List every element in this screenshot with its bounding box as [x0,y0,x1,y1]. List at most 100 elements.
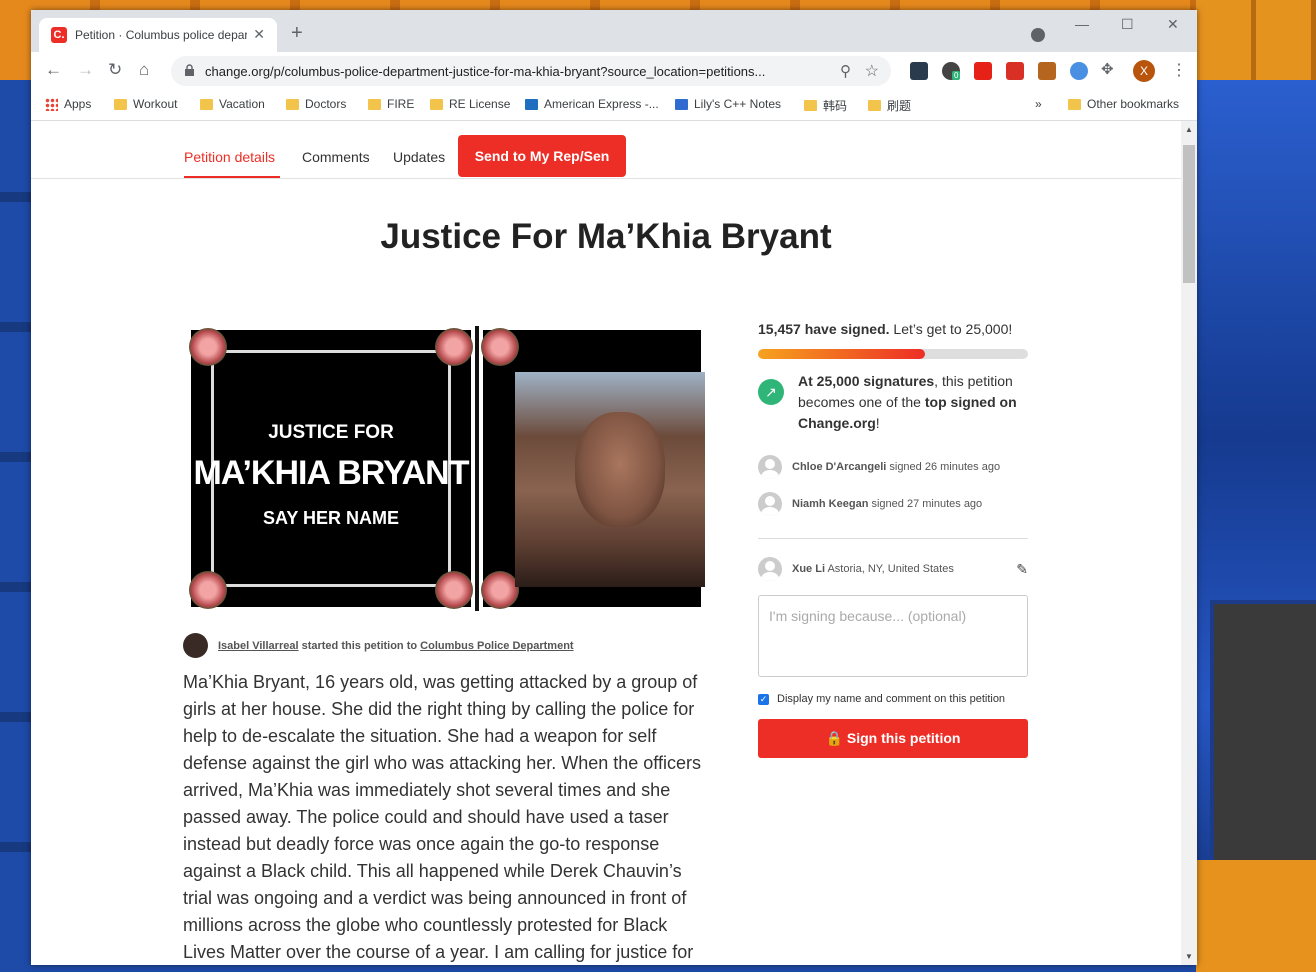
portrait-photo [515,372,705,587]
minimize-icon[interactable]: — [1075,16,1089,32]
new-tab-icon[interactable]: + [291,22,303,45]
tab-strip: C. Petition · Columbus police department… [31,10,1197,52]
scroll-down-icon[interactable]: ▼ [1185,952,1193,961]
petition-starter: Isabel Villarreal started this petition … [183,633,574,658]
checkbox-checked-icon[interactable]: ✓ [758,693,769,705]
rose-icon [481,571,519,609]
extension-icon[interactable] [910,62,928,80]
milestone-text: At 25,000 signatures, this petition beco… [798,373,1017,431]
starter-link[interactable]: Isabel Villarreal [218,640,299,652]
close-window-icon[interactable]: ✕ [1167,16,1179,33]
milestone: ↗ At 25,000 signatures, this petition be… [758,371,1028,434]
recent-signer: Niamh Keegan signed 27 minutes ago [758,485,1028,522]
rose-icon [189,328,227,366]
bookmark-apps[interactable]: Apps [45,97,91,111]
starter-line: Isabel Villarreal started this petition … [218,640,574,652]
petition-body: Ma’Khia Bryant, 16 years old, was gettin… [183,672,701,962]
extension-badge-count: 0 [952,71,961,80]
bookmark-american-express[interactable]: American Express -... [525,97,659,111]
youtube-extension-icon[interactable] [974,62,992,80]
tab-title: Petition · Columbus police department - … [75,28,247,42]
folder-icon [430,98,443,110]
address-bar[interactable]: change.org/p/columbus-police-department-… [171,56,891,86]
target-link[interactable]: Columbus Police Department [420,640,573,652]
globe-extension-icon[interactable] [1070,62,1088,80]
person-avatar-icon [758,557,782,581]
bookmark-star-icon[interactable]: ☆ [865,61,879,81]
poster-line-2: MA’KHIA BRYANT [193,454,469,492]
current-user: Xue Li Astoria, NY, United States ✎ [758,557,1028,581]
close-tab-icon[interactable]: ✕ [253,26,265,43]
trending-up-icon: ↗ [758,379,784,405]
bookmark-workout[interactable]: Workout [114,97,177,111]
reason-textarea[interactable]: I'm signing because... (optional) [758,595,1028,677]
page-scrollbar[interactable]: ▲ ▼ [1181,121,1197,965]
starter-mid-text: started this petition to [301,639,418,652]
folder-icon [1068,98,1081,110]
toolbar: ← → ↻ ⌂ change.org/p/columbus-police-dep… [31,52,1197,90]
bookmark-folder-cn2[interactable]: 刷题 [868,97,911,114]
tab-petition-details[interactable]: Petition details [184,149,275,165]
folder-icon [200,98,213,110]
person-avatar-icon [758,491,782,516]
bookmark-doctors[interactable]: Doctors [286,97,346,111]
bookmark-other[interactable]: Other bookmarks [1068,97,1179,111]
rose-icon [435,571,473,609]
person-avatar-icon [758,454,782,479]
poster-panel: JUSTICE FOR MA’KHIA BRYANT SAY HER NAME [187,326,475,611]
rose-icon [435,328,473,366]
edit-icon[interactable]: ✎ [1016,561,1028,578]
bookmark-fire[interactable]: FIRE [368,97,414,111]
petition-subnav: Petition details Comments Updates Send t… [31,121,1181,179]
apps-grid-icon [45,97,58,111]
photo-panel [479,326,705,611]
reload-icon[interactable]: ↻ [108,60,122,80]
send-to-rep-button[interactable]: Send to My Rep/Sen [458,135,626,177]
bookmark-folder-cn1[interactable]: 韩码 [804,97,847,114]
puzzle-extensions-icon[interactable]: ✥ [1101,60,1114,78]
page-title: Justice For Ma’Khia Bryant [380,217,832,256]
mail-extension-icon[interactable] [1006,62,1024,80]
sign-petition-button[interactable]: 🔒 Sign this petition [758,719,1028,758]
camel-extension-icon[interactable] [1038,62,1056,80]
back-icon[interactable]: ← [45,60,62,80]
scroll-up-icon[interactable]: ▲ [1185,125,1193,134]
bookmark-vacation[interactable]: Vacation [200,97,265,111]
poster-line-3: SAY HER NAME [262,508,400,528]
graduation-cap-icon [675,98,688,110]
scrollbar-thumb[interactable] [1183,145,1195,283]
profile-dropdown-icon[interactable] [1031,28,1045,42]
folder-icon [804,100,817,111]
page-content: Petition details Comments Updates Send t… [31,121,1181,965]
tab-updates[interactable]: Updates [393,149,445,165]
folder-icon [286,98,299,110]
lock-icon [185,64,194,76]
browser-window: C. Petition · Columbus police department… [31,10,1197,965]
progress-fill [758,349,926,359]
desktop-wallpaper-corner [1196,860,1316,972]
extension-badge-icon[interactable]: 0 [942,62,961,80]
bookmark-re-license[interactable]: RE License [430,97,510,111]
more-menu-icon[interactable]: ⋮ [1171,60,1187,80]
forward-icon[interactable]: → [77,60,94,80]
tab-comments[interactable]: Comments [302,149,370,165]
sign-panel: 15,457 have signed. Let’s get to 25,000!… [758,321,1028,758]
more-bookmarks-icon[interactable]: » [1035,97,1042,111]
progress-bar [758,349,1028,359]
starter-avatar [183,633,208,658]
petition-image: JUSTICE FOR MA’KHIA BRYANT SAY HER NAME [187,326,705,611]
home-icon[interactable]: ⌂ [139,60,149,80]
display-name-checkbox-row[interactable]: ✓ Display my name and comment on this pe… [758,693,1028,705]
profile-avatar[interactable]: X [1133,60,1155,82]
zoom-icon[interactable]: ⚲ [840,62,851,80]
change-favicon-icon: C. [51,27,67,43]
amex-icon [525,98,538,110]
divider [758,538,1028,539]
active-tab-underline [184,176,280,178]
poster-line-1: JUSTICE FOR [268,422,394,443]
bookmark-lilys-notes[interactable]: Lily's C++ Notes [675,97,781,111]
maximize-icon[interactable]: ☐ [1121,16,1134,33]
tab-petition[interactable]: C. Petition · Columbus police department… [39,18,277,52]
bookmarks-bar: Apps Workout Vacation Doctors FIRE RE Li… [31,90,1197,121]
desktop-window-shape [1210,600,1316,868]
